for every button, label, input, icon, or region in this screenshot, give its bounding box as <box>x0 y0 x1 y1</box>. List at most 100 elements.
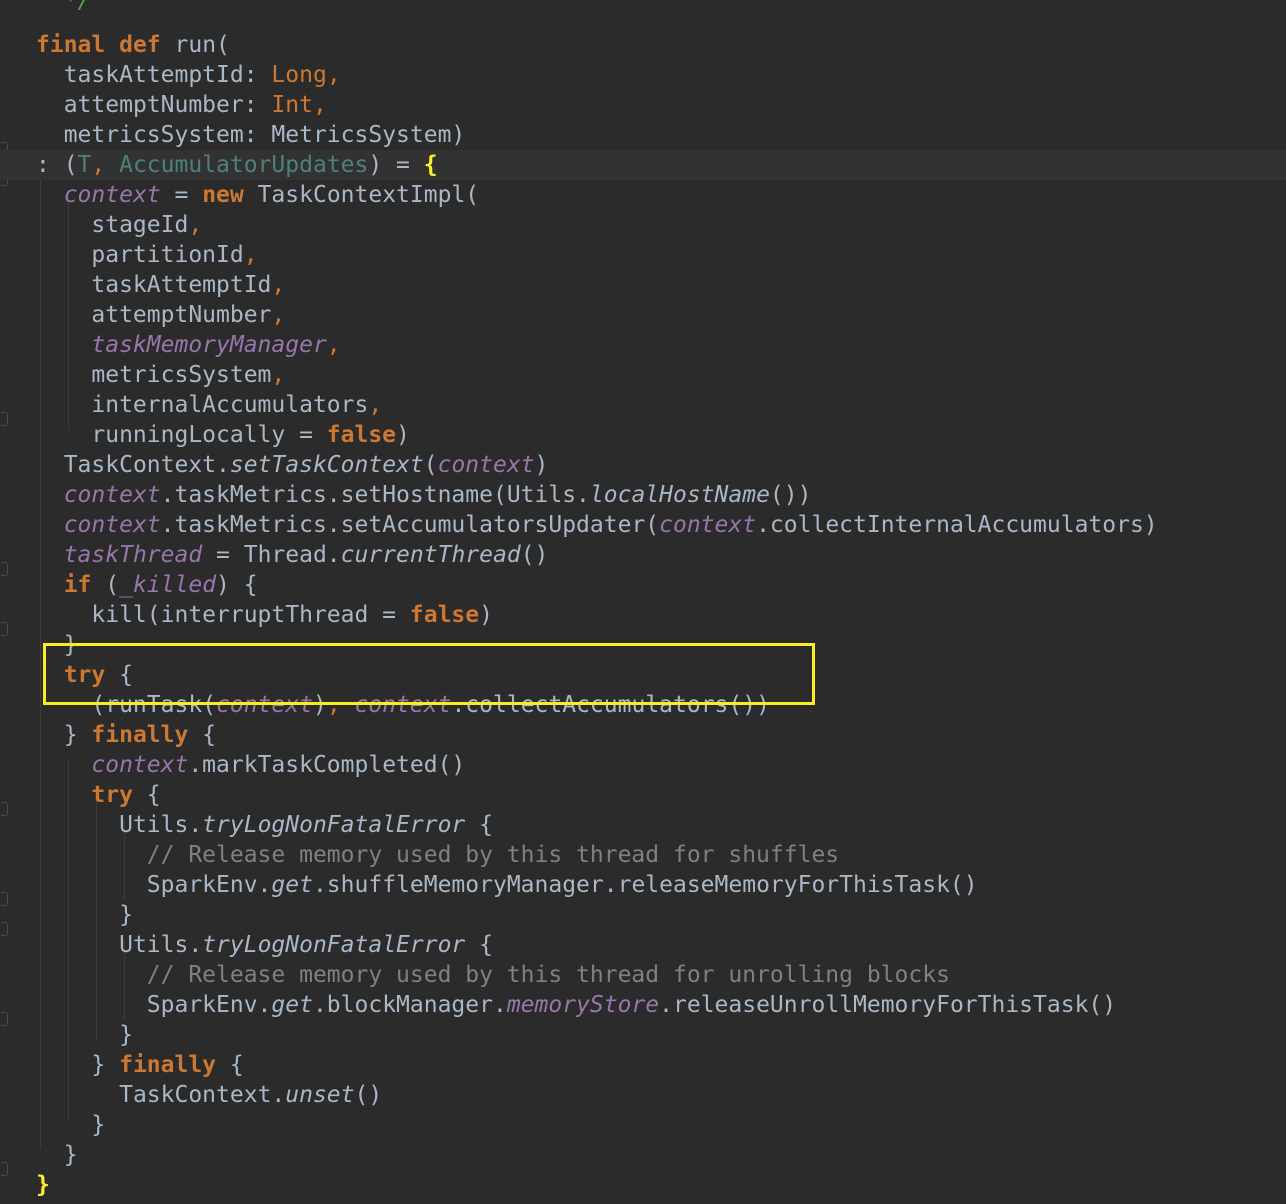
code-token: ) <box>479 602 493 628</box>
code-line[interactable]: kill(interruptThread = false) <box>36 600 1286 630</box>
code-token: // Release memory used by this thread fo… <box>146 962 950 988</box>
code-line[interactable]: attemptNumber, <box>36 300 1286 330</box>
code-line[interactable]: // Release memory used by this thread fo… <box>36 840 1286 870</box>
fold-marker-icon[interactable] <box>1 1012 8 1026</box>
code-token: .markTaskCompleted() <box>188 752 466 778</box>
code-token: = Thread. <box>202 542 341 568</box>
code-line[interactable]: internalAccumulators, <box>36 390 1286 420</box>
code-line[interactable]: attemptNumber: Int, <box>36 90 1286 120</box>
code-line[interactable]: } <box>36 1020 1286 1050</box>
code-token: T <box>77 152 92 178</box>
code-line[interactable]: SparkEnv.get.blockManager.memoryStore.re… <box>36 990 1286 1020</box>
code-line[interactable]: } <box>36 1110 1286 1140</box>
code-token: .blockManager. <box>312 992 507 1018</box>
code-token: .taskMetrics.setHostname(Utils. <box>160 482 590 508</box>
code-line[interactable]: runningLocally = false) <box>36 420 1286 450</box>
highlight-box <box>43 643 815 705</box>
code-token: { <box>465 932 493 958</box>
fold-marker-icon[interactable] <box>1 922 8 936</box>
code-token: tryLogNonFatalError <box>202 812 466 838</box>
code-line[interactable]: try { <box>36 780 1286 810</box>
code-token: ) <box>396 422 410 448</box>
code-token: context <box>63 512 161 538</box>
code-token: ()) <box>769 482 812 508</box>
fold-marker-icon[interactable] <box>1 622 8 636</box>
code-token: false <box>409 602 480 628</box>
code-token: partitionId <box>91 242 244 268</box>
code-line[interactable]: partitionId, <box>36 240 1286 270</box>
code-line[interactable]: } <box>36 1140 1286 1170</box>
code-token: get <box>271 872 313 898</box>
code-token: .taskMetrics.setAccumulatorsUpdater( <box>160 512 660 538</box>
code-token: localHostName <box>589 482 770 508</box>
code-token: kill(interruptThread = <box>91 602 410 628</box>
code-token: Long <box>271 62 327 88</box>
fold-marker-icon[interactable] <box>1 412 8 426</box>
code-line[interactable]: TaskContext.unset() <box>36 1080 1286 1110</box>
fold-marker-icon[interactable] <box>1 802 8 816</box>
code-line[interactable]: taskMemoryManager, <box>36 330 1286 360</box>
code-line[interactable]: Utils.tryLogNonFatalError { <box>36 810 1286 840</box>
code-token: ( <box>423 452 438 478</box>
code-token: get <box>271 992 313 1018</box>
code-line[interactable]: stageId, <box>36 210 1286 240</box>
code-token: false <box>326 422 397 448</box>
code-line[interactable]: } <box>36 900 1286 930</box>
code-line[interactable]: Utils.tryLogNonFatalError { <box>36 930 1286 960</box>
editor-gutter[interactable] <box>0 0 20 1204</box>
code-line[interactable]: : (T, AccumulatorUpdates) = { <box>0 150 1286 180</box>
fold-marker-icon[interactable] <box>1 562 8 576</box>
code-line[interactable]: // Release memory used by this thread fo… <box>36 960 1286 990</box>
code-editor[interactable]: */ final def run( taskAttemptId: Long, at… <box>0 0 1286 1204</box>
fold-marker-icon[interactable] <box>1 1162 8 1176</box>
code-token: () <box>520 542 549 568</box>
code-token: stageId <box>91 212 189 238</box>
code-line[interactable]: taskThread = Thread.currentThread() <box>36 540 1286 570</box>
code-token: , <box>326 332 341 358</box>
code-line[interactable]: */ <box>36 0 1286 16</box>
code-token: tryLogNonFatalError <box>202 932 466 958</box>
code-token: if <box>63 572 92 598</box>
code-line[interactable]: if (_killed) { <box>36 570 1286 600</box>
code-line[interactable]: taskAttemptId: Long, <box>36 60 1286 90</box>
code-line[interactable]: SparkEnv.get.shuffleMemoryManager.releas… <box>36 870 1286 900</box>
code-token: } <box>119 902 133 928</box>
code-line[interactable]: metricsSystem, <box>36 360 1286 390</box>
code-line[interactable]: final def run( <box>36 30 1286 60</box>
code-token: , <box>271 302 286 328</box>
code-line[interactable]: context.taskMetrics.setAccumulatorsUpdat… <box>36 510 1286 540</box>
code-token: ( <box>91 572 120 598</box>
code-token: , <box>188 212 203 238</box>
code-line[interactable]: context.markTaskCompleted() <box>36 750 1286 780</box>
code-line[interactable]: } finally { <box>36 1050 1286 1080</box>
code-token: unset <box>285 1082 355 1108</box>
code-token: Int <box>271 92 313 118</box>
code-token: context <box>659 512 757 538</box>
code-line[interactable]: } finally { <box>36 720 1286 750</box>
code-token: } <box>63 1142 78 1168</box>
code-token: TaskContext. <box>63 452 230 478</box>
code-line[interactable]: context.taskMetrics.setHostname(Utils.lo… <box>36 480 1286 510</box>
code-line[interactable]: TaskContext.setTaskContext(context) <box>36 450 1286 480</box>
code-line[interactable]: taskAttemptId, <box>36 270 1286 300</box>
fold-marker-icon[interactable] <box>1 892 8 906</box>
code-line[interactable]: } <box>36 1170 1286 1200</box>
code-token: metricsSystem <box>91 362 272 388</box>
code-token: _killed <box>119 572 217 598</box>
code-token: */ <box>63 0 92 14</box>
code-token: taskAttemptId: <box>63 62 272 88</box>
code-line[interactable]: metricsSystem: MetricsSystem) <box>36 120 1286 150</box>
code-line[interactable]: context = new TaskContextImpl( <box>36 180 1286 210</box>
code-token: } <box>63 722 92 748</box>
